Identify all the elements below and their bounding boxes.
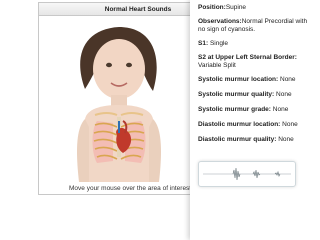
diastolic-location-label: Diastolic murmur location: (198, 121, 281, 128)
position-row: Position:Supine (198, 4, 314, 12)
diastolic-location-value: None (282, 121, 298, 128)
s2-label: S2 at Upper Left Sternal Border: (198, 54, 297, 61)
instruction-caption: Move your mouse over the area of interes… (69, 185, 192, 192)
systolic-quality-value: None (276, 91, 292, 98)
position-value: Supine (225, 4, 247, 11)
systolic-quality-label: Systolic murmur quality: (198, 91, 275, 98)
observations-label: Observations: (198, 18, 242, 25)
systolic-location-value: None (280, 76, 296, 83)
simulator-title: Normal Heart Sounds (39, 3, 199, 16)
systolic-grade-row: Systolic murmur grade: None (198, 106, 314, 114)
s1-value: Single (209, 40, 229, 47)
diastolic-quality-row: Diastolic murmur quality: None (198, 136, 314, 144)
systolic-grade-value: None (272, 106, 289, 113)
systolic-quality-row: Systolic murmur quality: None (198, 91, 314, 99)
child-chest-image[interactable] (39, 17, 199, 182)
s2-row: S2 at Upper Left Sternal Border: Variabl… (198, 54, 314, 70)
s1-label: S1: (198, 40, 209, 47)
systolic-location-label: Systolic murmur location: (198, 76, 279, 83)
s2-value: Variable Split (198, 62, 236, 69)
heart-sound-simulator: Normal Heart Sounds Move your mouse over… (38, 2, 200, 195)
diastolic-quality-label: Diastolic murmur quality: (198, 136, 277, 143)
findings-panel: Position:Supine Observations:Normal Prec… (190, 0, 320, 240)
diastolic-quality-value: None (278, 136, 294, 143)
systolic-location-row: Systolic murmur location: None (198, 76, 314, 84)
observations-row: Observations:Normal Precordial with no s… (198, 18, 314, 34)
heart-sound-waveform (198, 161, 296, 187)
position-label: Position: (198, 4, 226, 11)
systolic-grade-label: Systolic murmur grade: (198, 106, 271, 113)
s1-row: S1: Single (198, 40, 314, 48)
diastolic-location-row: Diastolic murmur location: None (198, 121, 314, 129)
